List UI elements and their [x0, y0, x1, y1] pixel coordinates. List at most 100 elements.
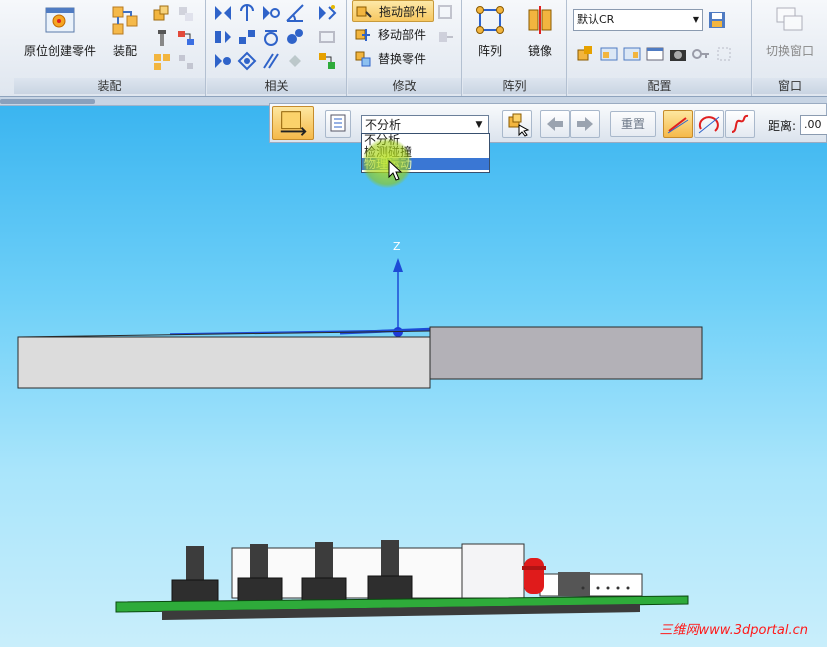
- pattern-label: 阵列: [477, 44, 502, 58]
- pcb-assembly[interactable]: [115, 540, 689, 620]
- ground-icon[interactable]: [285, 51, 305, 71]
- zone-config-icon[interactable]: [622, 44, 642, 64]
- explode-icon[interactable]: [176, 52, 196, 72]
- switch-window-button[interactable]: 切换窗口: [755, 2, 825, 74]
- relations-group: 相关: [207, 0, 347, 96]
- list-icon: [330, 114, 346, 132]
- window-group: 切换窗口 窗口: [753, 0, 827, 96]
- gear-relation-icon[interactable]: [285, 27, 305, 47]
- part-move-icon: [280, 111, 307, 136]
- insert-relation-icon[interactable]: [213, 27, 233, 47]
- ribbon: 原位创建零件 装配 装配 相关 拖动部件 移动部件 替换零件 修改 阵列 镜像 …: [0, 0, 827, 97]
- select-parts-button[interactable]: [502, 110, 532, 138]
- watermark: 三维网www.3dportal.cn: [659, 623, 808, 638]
- show-relations-icon[interactable]: [317, 27, 337, 47]
- transfer-icon[interactable]: [436, 27, 456, 47]
- display-config-icon[interactable]: [576, 44, 596, 64]
- relations-group-label: 相关: [207, 78, 346, 94]
- options-button[interactable]: [272, 106, 314, 140]
- distance-label: 距离:: [768, 119, 797, 133]
- axial-align-icon[interactable]: [261, 3, 281, 23]
- create-in-place-button[interactable]: 原位创建零件: [18, 2, 102, 74]
- config-group: 默认CR ▼ 配置: [568, 0, 752, 96]
- planar-align-icon[interactable]: [237, 3, 257, 23]
- analysis-select[interactable]: 不分析 ▼: [361, 115, 489, 135]
- replace-part-icon: [355, 51, 371, 67]
- component-icon[interactable]: [152, 52, 172, 72]
- reset-button[interactable]: 重置: [610, 111, 656, 137]
- mirror-label: 镜像: [527, 44, 552, 58]
- pattern-group: 阵列 镜像 阵列: [463, 0, 567, 96]
- analysis-select-value: 不分析: [365, 118, 402, 132]
- free-transform-button[interactable]: [725, 110, 755, 138]
- assemble-icon: [112, 6, 138, 35]
- rotate-icon: [698, 116, 720, 134]
- forward-button[interactable]: [570, 110, 600, 138]
- move-part-button[interactable]: 移动部件: [352, 24, 434, 46]
- camera-icon[interactable]: [668, 44, 688, 64]
- flash-fit-icon[interactable]: [317, 51, 337, 71]
- window-config-icon[interactable]: [645, 44, 665, 64]
- fastener-icon[interactable]: [152, 28, 172, 48]
- scroll-thumb[interactable]: [0, 99, 95, 104]
- window-group-label: 窗口: [753, 78, 827, 94]
- drag-part-button[interactable]: 拖动部件: [352, 0, 434, 22]
- structure-icon[interactable]: [176, 28, 196, 48]
- back-button[interactable]: [540, 110, 570, 138]
- 3d-viewport[interactable]: Z: [0, 143, 827, 647]
- pattern-group-label: 阵列: [463, 78, 566, 94]
- bar-part[interactable]: [17, 326, 703, 389]
- arrow-left-icon: [547, 117, 563, 131]
- replace-part-button[interactable]: 替换零件: [352, 48, 434, 70]
- switch-window-label: 切换窗口: [765, 44, 814, 58]
- config-select[interactable]: 默认CR ▼: [573, 9, 703, 31]
- rigid-set-icon[interactable]: [237, 51, 257, 71]
- pattern-button[interactable]: 阵列: [465, 2, 515, 74]
- distance-input[interactable]: .00: [800, 115, 827, 135]
- tangent-icon[interactable]: [261, 27, 281, 47]
- assemble-button[interactable]: 装配: [102, 2, 148, 74]
- config-value: 默认CR: [577, 13, 615, 26]
- angle-icon[interactable]: [285, 3, 305, 23]
- insert-part-icon[interactable]: [152, 4, 172, 24]
- modify-group-label: 修改: [348, 78, 461, 94]
- move-free-icon: [667, 117, 689, 134]
- pattern-icon: [476, 6, 504, 34]
- move-part-label: 移动部件: [378, 28, 427, 42]
- assembly-group: 原位创建零件 装配 装配: [14, 0, 206, 96]
- cursor-highlight: [362, 138, 412, 188]
- drag-part-label: 拖动部件: [379, 5, 428, 19]
- z-axis-triad[interactable]: [169, 258, 549, 337]
- z-axis-label: Z: [393, 240, 401, 253]
- free-move-icon: [731, 114, 749, 133]
- move-part-icon: [355, 29, 370, 41]
- led: [522, 558, 546, 594]
- mate-icon[interactable]: [213, 3, 233, 23]
- button-1: [171, 546, 219, 603]
- move-mode-button[interactable]: [663, 110, 693, 138]
- assembly-group-label: 装配: [14, 78, 205, 94]
- chevron-down-icon[interactable]: ▼: [472, 118, 486, 132]
- connect-icon[interactable]: [237, 27, 257, 47]
- mirror-button[interactable]: 镜像: [515, 2, 565, 74]
- edit-definition-icon[interactable]: [436, 3, 456, 23]
- save-config-icon[interactable]: [707, 10, 727, 30]
- replace-part-label: 替换零件: [378, 52, 427, 66]
- mouse-pointer-icon: [388, 160, 403, 181]
- relation-assistant-icon[interactable]: [317, 3, 337, 23]
- options-list-button[interactable]: [325, 110, 351, 138]
- arrow-right-icon: [577, 117, 593, 131]
- mirror-icon: [528, 6, 552, 34]
- key-icon[interactable]: [691, 44, 711, 64]
- select-icon[interactable]: [714, 44, 734, 64]
- modify-group: 拖动部件 移动部件 替换零件 修改: [348, 0, 462, 96]
- rotate-mode-button[interactable]: [694, 110, 724, 138]
- config-group-label: 配置: [568, 78, 751, 94]
- view-config-icon[interactable]: [599, 44, 619, 64]
- replace-component-icon[interactable]: [176, 4, 196, 24]
- drag-part-icon: [356, 6, 372, 18]
- parallel-icon[interactable]: [261, 51, 281, 71]
- drag-command-bar: 不分析 ▼ 重置 距离: .00: [269, 103, 827, 143]
- cam-icon[interactable]: [213, 51, 233, 71]
- create-in-place-label: 原位创建零件: [23, 44, 96, 58]
